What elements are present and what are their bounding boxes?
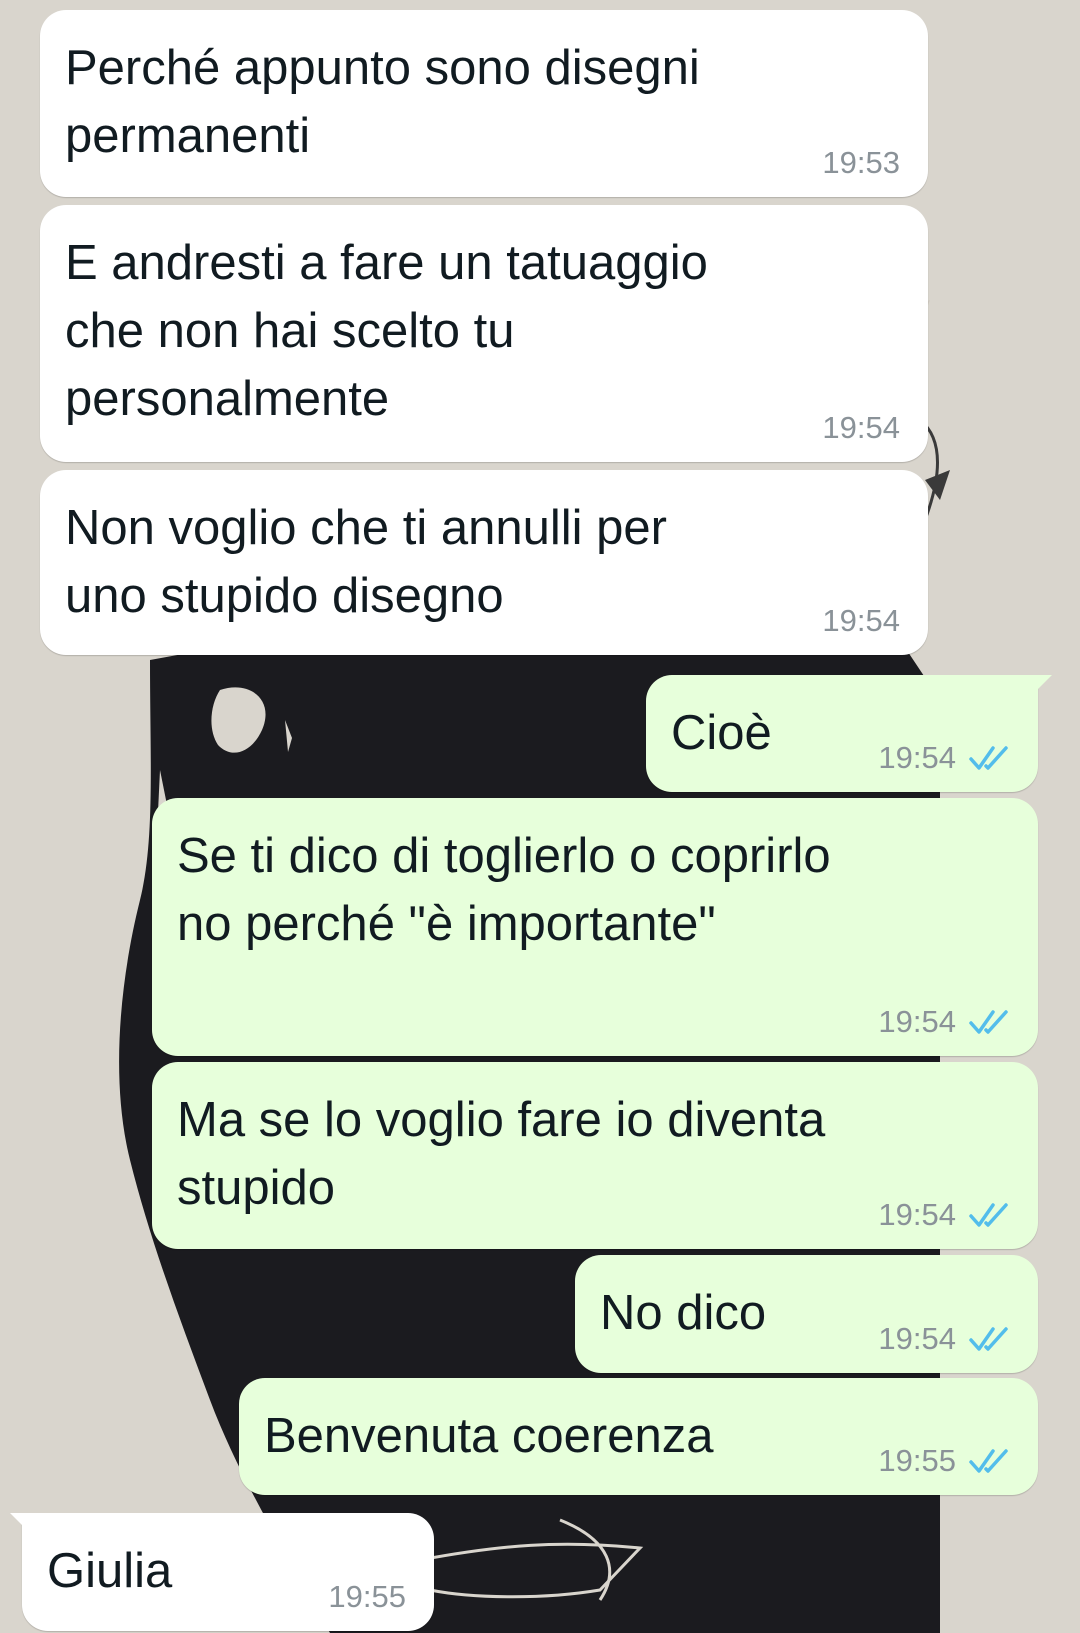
outgoing-message[interactable]: Benvenuta coerenza 19:55 <box>239 1378 1038 1495</box>
read-ticks-icon <box>969 1203 1008 1227</box>
message-text: Non voglio che ti annulli per uno stupid… <box>65 501 667 623</box>
message-meta: 19:54 <box>878 740 1010 776</box>
message-time: 19:54 <box>822 603 900 638</box>
message-meta: 19:54 <box>822 410 900 446</box>
outgoing-message[interactable]: Cioè 19:54 <box>646 675 1052 792</box>
message-time: 19:55 <box>328 1579 406 1614</box>
message-time: 19:54 <box>878 740 956 775</box>
outgoing-message[interactable]: Ma se lo voglio fare io diventa stupido … <box>152 1062 1038 1249</box>
message-meta: 19:53 <box>822 145 900 181</box>
incoming-message[interactable]: Perché appunto sono disegni permanenti 1… <box>40 10 928 197</box>
message-time: 19:54 <box>878 1197 956 1232</box>
outgoing-message[interactable]: No dico 19:54 <box>575 1255 1038 1373</box>
message-meta: 19:54 <box>822 603 900 639</box>
message-text: Perché appunto sono disegni permanenti <box>65 41 700 163</box>
message-time: 19:54 <box>878 1004 956 1039</box>
message-time: 19:55 <box>878 1443 956 1478</box>
read-ticks-icon <box>969 1327 1008 1351</box>
message-meta: 19:55 <box>328 1579 406 1615</box>
message-time: 19:54 <box>822 410 900 445</box>
incoming-message[interactable]: Giulia 19:55 <box>10 1513 434 1631</box>
message-meta: 19:54 <box>878 1004 1010 1040</box>
incoming-message[interactable]: Non voglio che ti annulli per uno stupid… <box>40 470 928 655</box>
read-ticks-icon <box>969 1449 1008 1473</box>
read-ticks-icon <box>969 1010 1008 1034</box>
message-text: E andresti a fare un tatuaggio che non h… <box>65 236 708 426</box>
message-text: Se ti dico di toglierlo o coprirlo no pe… <box>177 829 831 951</box>
bubble-tail <box>1030 675 1052 697</box>
bubble-tail <box>10 1513 32 1535</box>
message-meta: 19:55 <box>878 1443 1010 1479</box>
message-time: 19:54 <box>878 1321 956 1356</box>
incoming-message[interactable]: E andresti a fare un tatuaggio che non h… <box>40 205 928 462</box>
chat-conversation: Perché appunto sono disegni permanenti 1… <box>0 0 1080 1633</box>
message-meta: 19:54 <box>878 1197 1010 1233</box>
message-meta: 19:54 <box>878 1321 1010 1357</box>
read-ticks-icon <box>969 746 1008 770</box>
message-time: 19:53 <box>822 145 900 180</box>
outgoing-message[interactable]: Se ti dico di toglierlo o coprirlo no pe… <box>152 798 1038 1056</box>
